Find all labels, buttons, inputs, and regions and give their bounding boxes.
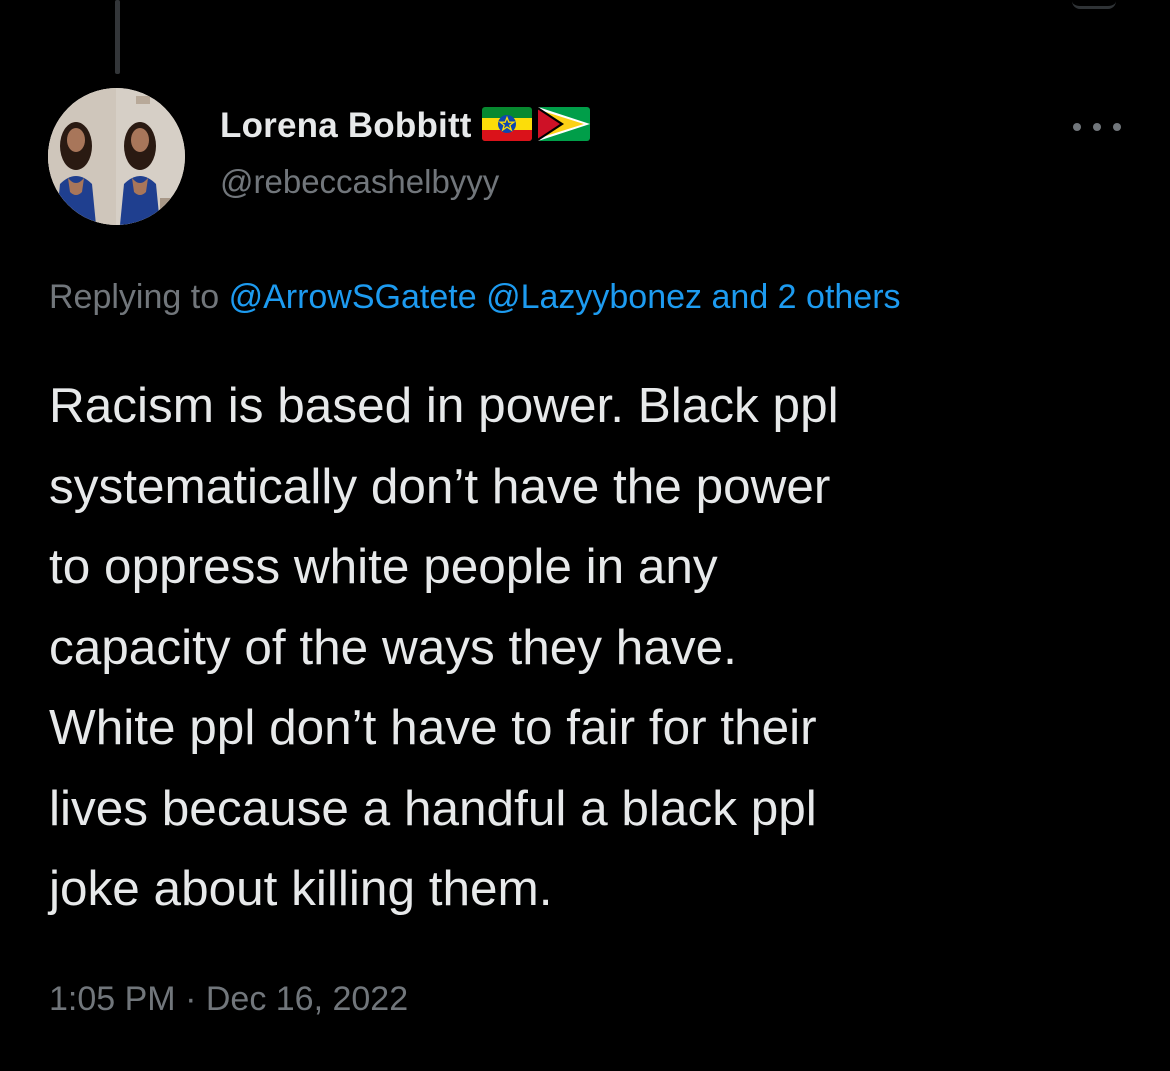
author-name-row: Lorena Bobbitt <box>220 104 590 148</box>
tweet-timestamp[interactable]: 1:05 PM · Dec 16, 2022 <box>49 980 408 1019</box>
replying-to-line: Replying to @ArrowSGatete @Lazyybonez an… <box>49 278 901 317</box>
guyana-flag-icon <box>537 106 590 146</box>
ethiopia-flag-icon <box>481 106 532 146</box>
others-link[interactable]: and 2 others <box>712 278 901 316</box>
mention-link[interactable]: @Lazyybonez <box>486 278 702 316</box>
avatar[interactable] <box>48 88 185 225</box>
avatar-image <box>48 88 185 225</box>
tweet-time: 1:05 PM <box>49 980 176 1018</box>
mention-link[interactable]: @ArrowSGatete <box>229 278 477 316</box>
more-horizontal-icon <box>1073 123 1081 131</box>
thread-connector-line <box>115 0 120 74</box>
display-name[interactable]: Lorena Bobbitt <box>220 106 472 146</box>
more-horizontal-icon <box>1113 123 1121 131</box>
more-horizontal-icon <box>1093 123 1101 131</box>
replying-to-label: Replying to <box>49 278 220 316</box>
timestamp-separator: · <box>185 980 197 1018</box>
more-options-button[interactable] <box>1073 112 1121 142</box>
tweet-text: Racism is based in power. Black ppl syst… <box>49 378 839 916</box>
author-handle[interactable]: @rebeccashelbyyy <box>220 163 499 201</box>
tweet-date: Dec 16, 2022 <box>205 980 409 1018</box>
cropped-icon-fragment <box>1072 0 1116 9</box>
